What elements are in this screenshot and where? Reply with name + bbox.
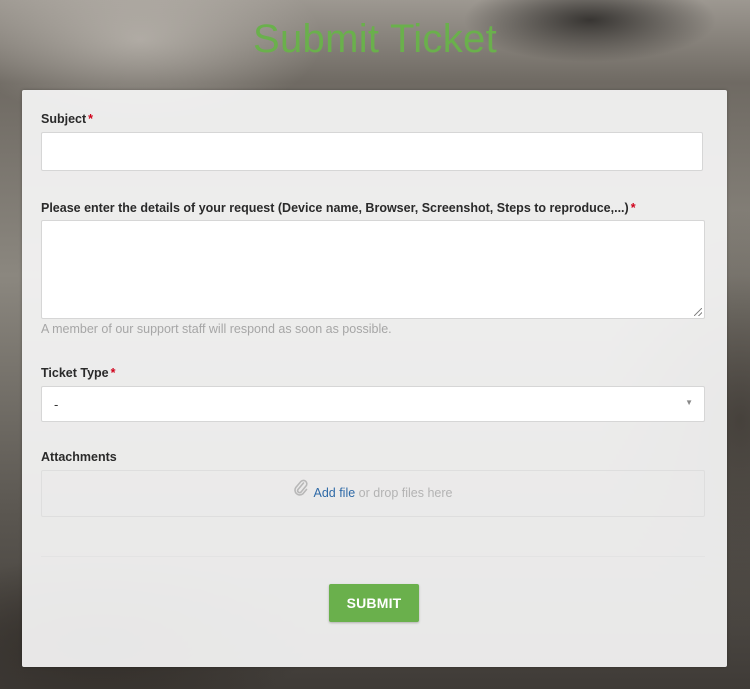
submit-button[interactable]: SUBMIT [329, 584, 419, 622]
subject-input[interactable] [41, 132, 703, 171]
subject-label-text: Subject [41, 112, 87, 126]
ticket-type-label: Ticket Type * [41, 366, 116, 380]
required-mark: * [630, 201, 636, 215]
ticket-type-label-text: Ticket Type [41, 366, 109, 380]
page-title: Submit Ticket [253, 17, 497, 61]
details-hint: A member of our support staff will respo… [41, 322, 392, 336]
triangle-down-icon: ▼ [685, 398, 693, 407]
ticket-type-selected-value: - [54, 397, 59, 412]
required-mark: * [110, 366, 116, 380]
ticket-form: Subject * Please enter the details of you… [22, 90, 727, 667]
details-label: Please enter the details of your request… [41, 201, 636, 215]
paperclip-icon [293, 471, 308, 516]
add-file-link[interactable]: Add file [314, 486, 356, 500]
required-mark: * [88, 112, 94, 126]
divider [41, 556, 705, 557]
details-textarea[interactable] [41, 220, 705, 319]
ticket-type-select[interactable]: - ▼ [41, 386, 705, 422]
details-label-text: Please enter the details of your request… [41, 201, 629, 215]
attachments-dropzone[interactable]: Add file or drop files here [41, 470, 705, 517]
resize-handle-icon[interactable] [694, 308, 702, 316]
attachments-label: Attachments [41, 450, 117, 464]
subject-label: Subject * [41, 112, 93, 126]
drop-files-text: or drop files here [355, 486, 453, 500]
